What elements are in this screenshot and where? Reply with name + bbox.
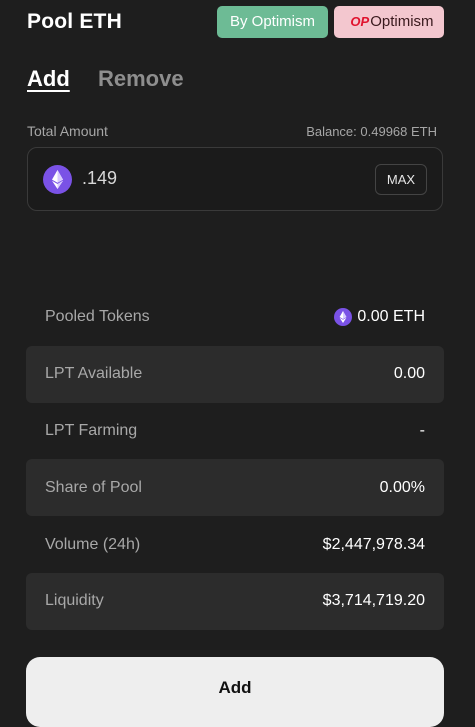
stat-value: $2,447,978.34 bbox=[322, 535, 425, 553]
eth-icon bbox=[334, 308, 353, 327]
stat-label: Liquidity bbox=[45, 592, 104, 610]
pool-stats: Pooled Tokens 0.00 ETH LPT Available 0.0… bbox=[26, 289, 444, 630]
stat-label: Share of Pool bbox=[45, 478, 142, 496]
stat-label: Volume (24h) bbox=[45, 535, 141, 553]
stat-value: $3,714,719.20 bbox=[322, 592, 425, 610]
eth-icon bbox=[43, 165, 72, 194]
stat-value: - bbox=[419, 421, 425, 439]
header: Pool ETH By Optimism OPOptimism bbox=[27, 6, 445, 40]
stat-row-lpt-available: LPT Available 0.00 bbox=[26, 345, 444, 403]
stat-row-pooled-tokens: Pooled Tokens 0.00 ETH bbox=[26, 289, 444, 346]
stat-row-volume-24h: Volume (24h) $2,447,978.34 bbox=[26, 516, 444, 573]
stat-value: 0.00 bbox=[393, 365, 425, 383]
stat-row-lpt-farming: LPT Farming - bbox=[26, 403, 444, 460]
optimism-logo-icon: OP bbox=[350, 14, 370, 29]
stat-value: 0.00% bbox=[379, 478, 425, 496]
total-amount-label: Total Amount bbox=[27, 123, 108, 139]
stat-value: 0.00 ETH bbox=[334, 308, 425, 327]
by-optimism-badge: By Optimism bbox=[217, 6, 328, 38]
stat-row-share-of-pool: Share of Pool 0.00% bbox=[26, 459, 444, 517]
max-button[interactable]: MAX bbox=[375, 164, 427, 195]
stat-label: Pooled Tokens bbox=[45, 308, 150, 326]
page-title: Pool ETH bbox=[27, 10, 122, 33]
tab-add[interactable]: Add bbox=[27, 66, 70, 92]
amount-input-box[interactable]: .149 MAX bbox=[27, 147, 443, 211]
optimism-badge-label: Optimism bbox=[370, 13, 434, 30]
stat-label: LPT Available bbox=[45, 365, 143, 383]
stat-label: LPT Farming bbox=[45, 421, 138, 439]
optimism-network-badge: OPOptimism bbox=[334, 6, 444, 38]
amount-input[interactable]: .149 bbox=[82, 168, 117, 189]
tab-remove[interactable]: Remove bbox=[98, 66, 184, 92]
pooled-tokens-value: 0.00 ETH bbox=[357, 308, 425, 326]
stat-row-liquidity: Liquidity $3,714,719.20 bbox=[26, 572, 444, 630]
balance-label: Balance: 0.49968 ETH bbox=[306, 124, 437, 139]
